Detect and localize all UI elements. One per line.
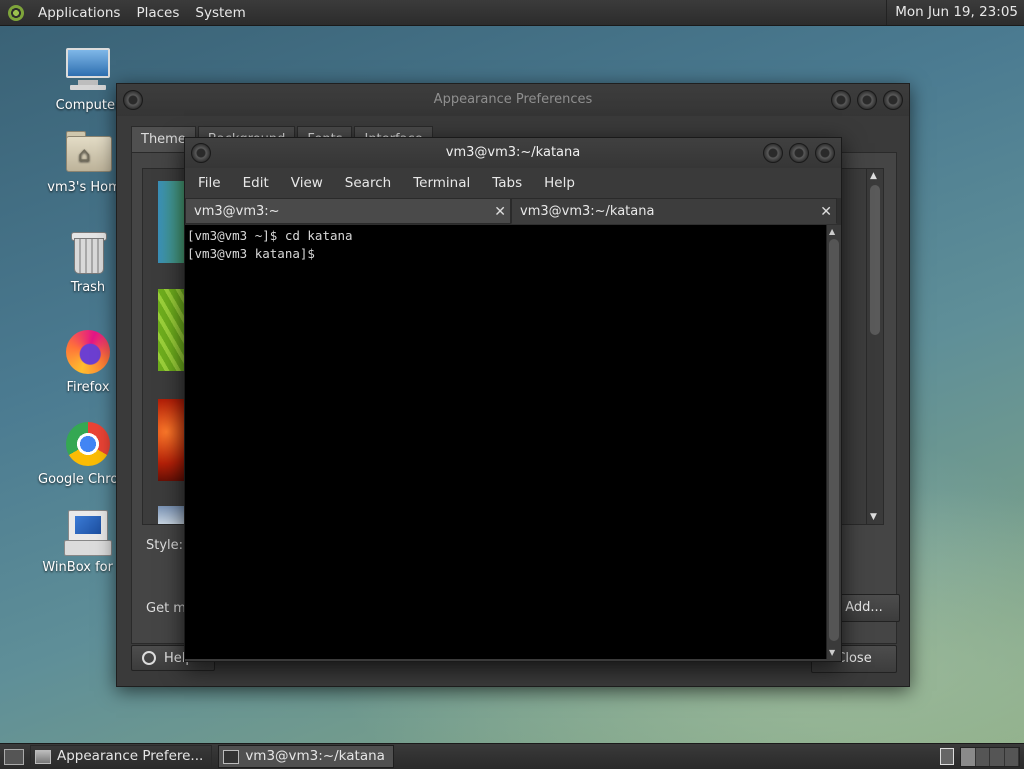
theme-thumbnail[interactable] bbox=[158, 506, 186, 524]
menu-edit[interactable]: Edit bbox=[232, 175, 280, 191]
window-title: Appearance Preferences bbox=[433, 92, 593, 107]
task-label: Appearance Prefere... bbox=[57, 748, 204, 764]
home-folder-icon: ⌂ bbox=[64, 128, 112, 176]
scroll-up-icon[interactable]: ▲ bbox=[829, 227, 835, 236]
bottom-panel: Appearance Prefere... vm3@vm3:~/katana bbox=[0, 743, 1024, 769]
workspace-2[interactable] bbox=[976, 748, 990, 766]
window-menu-icon[interactable] bbox=[191, 143, 211, 163]
window-menu-icon[interactable] bbox=[123, 90, 143, 110]
theme-list-scrollbar[interactable]: ▲ ▼ bbox=[866, 169, 883, 524]
menu-tabs[interactable]: Tabs bbox=[481, 175, 533, 191]
tab-label: vm3@vm3:~ bbox=[194, 204, 280, 219]
appearance-app-icon bbox=[35, 749, 51, 764]
maximize-icon[interactable] bbox=[789, 143, 809, 163]
minimize-icon[interactable] bbox=[763, 143, 783, 163]
clock[interactable]: Mon Jun 19, 23:05 bbox=[886, 0, 1018, 25]
terminal-tab-home[interactable]: vm3@vm3:~ ✕ bbox=[185, 198, 511, 224]
top-panel: Applications Places System Mon Jun 19, 2… bbox=[0, 0, 1024, 26]
trash-applet-icon[interactable] bbox=[940, 748, 954, 765]
taskbar-item-terminal[interactable]: vm3@vm3:~/katana bbox=[218, 745, 394, 768]
terminal-scrollbar[interactable]: ▲ ▼ bbox=[826, 225, 841, 659]
menu-system[interactable]: System bbox=[187, 5, 253, 21]
tab-label: vm3@vm3:~/katana bbox=[520, 204, 655, 219]
scroll-down-icon[interactable]: ▼ bbox=[870, 512, 877, 522]
close-tab-icon[interactable]: ✕ bbox=[494, 199, 506, 225]
taskbar-item-appearance[interactable]: Appearance Prefere... bbox=[30, 745, 213, 768]
close-icon[interactable] bbox=[815, 143, 835, 163]
menu-places[interactable]: Places bbox=[128, 5, 187, 21]
menu-terminal[interactable]: Terminal bbox=[402, 175, 481, 191]
workspace-switcher[interactable] bbox=[960, 747, 1020, 767]
minimize-icon[interactable] bbox=[831, 90, 851, 110]
terminal-tab-katana[interactable]: vm3@vm3:~/katana ✕ bbox=[511, 198, 837, 224]
terminal-line: [vm3@vm3 ~]$ cd katana bbox=[187, 228, 353, 243]
terminal-app-icon bbox=[223, 749, 240, 764]
task-label: vm3@vm3:~/katana bbox=[245, 748, 385, 764]
menu-applications[interactable]: Applications bbox=[30, 5, 128, 21]
window-titlebar[interactable]: Appearance Preferences bbox=[117, 84, 909, 116]
terminal-output[interactable]: [vm3@vm3 ~]$ cd katana [vm3@vm3 katana]$ bbox=[185, 225, 827, 659]
terminal-menubar: File Edit View Search Terminal Tabs Help bbox=[185, 168, 841, 198]
chrome-icon bbox=[64, 420, 112, 468]
trash-icon bbox=[64, 228, 112, 276]
theme-thumbnail[interactable] bbox=[158, 289, 186, 371]
menu-search[interactable]: Search bbox=[334, 175, 402, 191]
style-label: Style: bbox=[146, 538, 184, 553]
workspace-1[interactable] bbox=[961, 748, 976, 766]
terminal-window: vm3@vm3:~/katana File Edit View Search T… bbox=[184, 137, 842, 662]
scrollbar-thumb[interactable] bbox=[829, 239, 839, 641]
firefox-icon bbox=[64, 328, 112, 376]
show-desktop-icon[interactable] bbox=[4, 748, 24, 765]
computer-icon bbox=[64, 46, 112, 94]
scroll-up-icon[interactable]: ▲ bbox=[870, 171, 877, 181]
help-icon bbox=[142, 651, 156, 665]
menu-file[interactable]: File bbox=[187, 175, 232, 191]
close-icon[interactable] bbox=[883, 90, 903, 110]
terminal-tab-bar: vm3@vm3:~ ✕ vm3@vm3:~/katana ✕ bbox=[185, 198, 841, 225]
close-tab-icon[interactable]: ✕ bbox=[820, 199, 832, 225]
menu-view[interactable]: View bbox=[280, 175, 334, 191]
scroll-down-icon[interactable]: ▼ bbox=[829, 648, 835, 657]
winbox-icon bbox=[64, 508, 112, 556]
theme-thumbnail[interactable] bbox=[158, 399, 186, 481]
maximize-icon[interactable] bbox=[857, 90, 877, 110]
theme-thumbnail[interactable] bbox=[158, 181, 186, 263]
window-title: vm3@vm3:~/katana bbox=[445, 145, 581, 160]
workspace-4[interactable] bbox=[1005, 748, 1019, 766]
distro-logo-icon[interactable] bbox=[8, 4, 24, 21]
terminal-line: [vm3@vm3 katana]$ bbox=[187, 246, 323, 261]
workspace-3[interactable] bbox=[990, 748, 1005, 766]
scrollbar-thumb[interactable] bbox=[870, 185, 880, 335]
window-titlebar[interactable]: vm3@vm3:~/katana bbox=[185, 138, 841, 168]
menu-help[interactable]: Help bbox=[533, 175, 586, 191]
